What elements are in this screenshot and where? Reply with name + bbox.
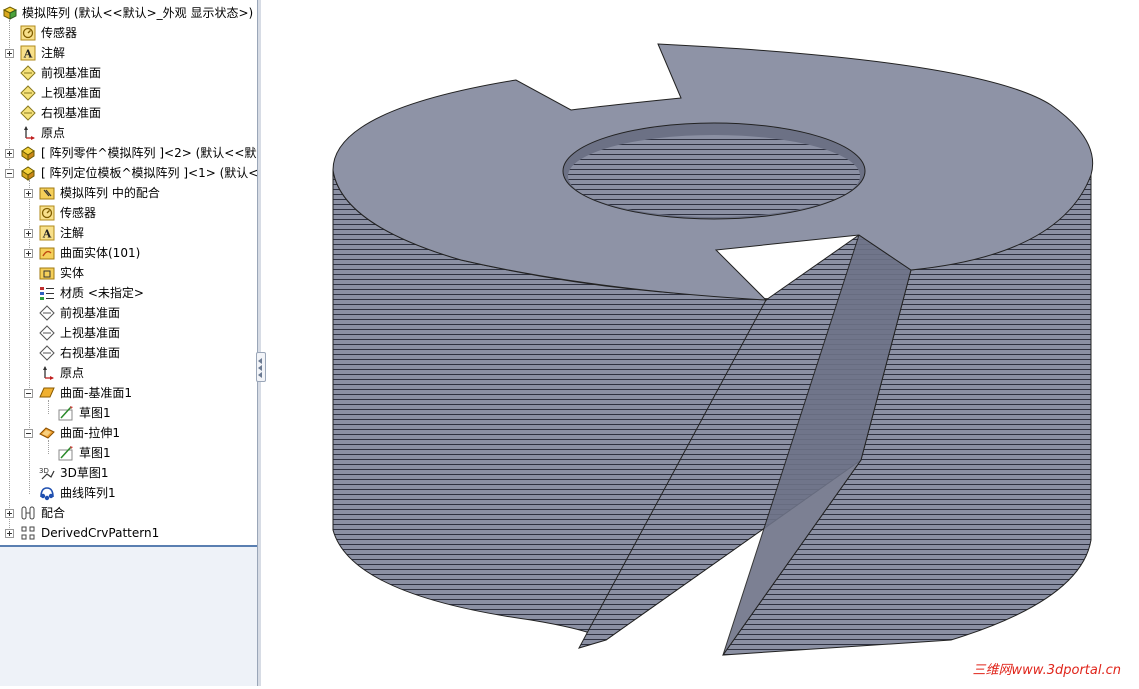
annotation-icon: A xyxy=(39,225,55,241)
tree-item-annotations[interactable]: A 注解 xyxy=(0,43,257,63)
material-icon xyxy=(40,287,54,300)
tree-item-curve-pattern[interactable]: 曲线阵列1 xyxy=(0,483,257,503)
tree-item-label: 原点 xyxy=(41,126,66,140)
planar-surface-icon xyxy=(39,387,55,398)
plane-icon xyxy=(20,65,36,81)
tree-item-pattern-part[interactable]: [ 阵列零件^模拟阵列 ]<2> (默认<<默认 xyxy=(0,143,257,163)
expand-toggle[interactable] xyxy=(5,49,14,58)
feature-manager-tree: 模拟阵列 (默认<<默认>_外观 显示状态>) 传感器 A 注解 前视基准面 上… xyxy=(0,0,257,686)
tree-item-origin-2[interactable]: 原点 xyxy=(0,363,257,383)
tree-item-front-plane-2[interactable]: 前视基准面 xyxy=(0,303,257,323)
tree-item-front-plane[interactable]: 前视基准面 xyxy=(0,63,257,83)
tree-root-label: 模拟阵列 (默认<<默认>_外观 显示状态>) xyxy=(22,6,254,20)
expand-toggle[interactable] xyxy=(5,149,14,158)
tree-item-label: 3D草图1 xyxy=(60,466,109,480)
tree-item-label: 曲面-基准面1 xyxy=(60,386,132,400)
tree-item-right-plane-2[interactable]: 右视基准面 xyxy=(0,343,257,363)
tree-item-label: 注解 xyxy=(60,226,85,240)
tree-item-extruded-surface[interactable]: 曲面-拉伸1 xyxy=(0,423,257,443)
tree-item-label: 实体 xyxy=(60,266,85,280)
sensor-icon xyxy=(20,25,36,41)
tree-item-3d-sketch[interactable]: 3D 3D草图1 xyxy=(0,463,257,483)
tree-item-right-plane[interactable]: 右视基准面 xyxy=(0,103,257,123)
tree-item-label: 上视基准面 xyxy=(60,326,121,340)
tree-item-label: 原点 xyxy=(60,366,85,380)
graphics-viewport[interactable] xyxy=(261,0,1139,686)
tree-item-label: 模拟阵列 中的配合 xyxy=(60,186,160,200)
tree-item-label: [ 阵列零件^模拟阵列 ]<2> (默认<<默认 xyxy=(41,146,257,160)
tree-item-label: 曲面-拉伸1 xyxy=(60,426,120,440)
expand-toggle[interactable] xyxy=(24,249,33,258)
plane-icon xyxy=(39,345,55,361)
collapse-toggle[interactable] xyxy=(24,389,33,398)
tree-item-sketch1[interactable]: 草图1 xyxy=(0,403,257,423)
tree-item-annotations-2[interactable]: A 注解 xyxy=(0,223,257,243)
3d-sketch-icon: 3D xyxy=(39,467,55,480)
svg-text:A: A xyxy=(23,48,33,61)
origin-icon xyxy=(43,366,54,380)
tree-item-label: DerivedCrvPattern1 xyxy=(41,526,160,540)
tree-item-top-plane[interactable]: 上视基准面 xyxy=(0,83,257,103)
tree-item-label: 配合 xyxy=(41,506,66,520)
tree-item-label: 注解 xyxy=(41,46,66,60)
feature-tree-area: 模拟阵列 (默认<<默认>_外观 显示状态>) 传感器 A 注解 前视基准面 上… xyxy=(0,0,257,545)
plane-icon xyxy=(20,105,36,121)
solid-bodies-icon xyxy=(39,267,55,280)
plane-icon xyxy=(39,305,55,321)
expand-toggle[interactable] xyxy=(24,189,33,198)
tree-item-solid-bodies[interactable]: 实体 xyxy=(0,263,257,283)
tree-item-material[interactable]: 材质 <未指定> xyxy=(0,283,257,303)
sketch-icon xyxy=(58,406,73,421)
collapse-toggle[interactable] xyxy=(24,429,33,438)
tree-item-derived-pattern[interactable]: DerivedCrvPattern1 xyxy=(0,523,257,543)
origin-icon xyxy=(24,126,35,140)
expand-toggle[interactable] xyxy=(5,529,14,538)
tree-item-label: 前视基准面 xyxy=(41,66,102,80)
tree-item-mates[interactable]: 配合 xyxy=(0,503,257,523)
collapse-toggle[interactable] xyxy=(5,169,14,178)
tree-item-label: 草图1 xyxy=(79,446,111,460)
watermark-text: 三维网www.3dportal.cn xyxy=(972,663,1121,678)
tree-item-label: 右视基准面 xyxy=(41,106,102,120)
tree-item-sensors[interactable]: 传感器 xyxy=(0,23,257,43)
derived-pattern-icon xyxy=(21,526,35,540)
component-icon xyxy=(21,166,35,181)
tree-item-planar-surface[interactable]: 曲面-基准面1 xyxy=(0,383,257,403)
surface-bodies-icon xyxy=(39,247,55,260)
curve-pattern-icon xyxy=(40,487,54,501)
sketch-icon xyxy=(58,446,73,461)
plane-icon xyxy=(39,325,55,341)
tree-item-label: 曲线阵列1 xyxy=(60,486,116,500)
sensor-icon xyxy=(39,205,55,221)
tree-item-label: 前视基准面 xyxy=(60,306,121,320)
tree-item-mates-in[interactable]: 模拟阵列 中的配合 xyxy=(0,183,257,203)
tree-item-origin[interactable]: 原点 xyxy=(0,123,257,143)
mates-folder-icon xyxy=(39,187,55,200)
expand-toggle[interactable] xyxy=(5,509,14,518)
svg-text:A: A xyxy=(42,228,52,241)
tree-item-sensors-2[interactable]: 传感器 xyxy=(0,203,257,223)
tree-item-top-plane-2[interactable]: 上视基准面 xyxy=(0,323,257,343)
component-icon xyxy=(21,146,35,161)
tree-item-label: 曲面实体(101) xyxy=(60,246,141,260)
extruded-surface-icon xyxy=(39,427,55,439)
annotation-icon: A xyxy=(20,45,36,61)
panel-blank-area xyxy=(0,545,257,686)
tree-item-label: 传感器 xyxy=(60,206,97,220)
plane-icon xyxy=(20,85,36,101)
tree-item-label: 上视基准面 xyxy=(41,86,102,100)
expand-toggle[interactable] xyxy=(24,229,33,238)
tree-item-label: 传感器 xyxy=(41,26,78,40)
mates-icon xyxy=(21,506,35,520)
model-3d-view xyxy=(332,43,1094,656)
tree-item-label: 草图1 xyxy=(79,406,111,420)
part-cube-icon xyxy=(2,6,18,20)
tree-item-surface-bodies[interactable]: 曲面实体(101) xyxy=(0,243,257,263)
tree-item-label: 右视基准面 xyxy=(60,346,121,360)
tree-item-label: 材质 <未指定> xyxy=(60,286,144,300)
tree-root[interactable]: 模拟阵列 (默认<<默认>_外观 显示状态>) xyxy=(0,3,257,23)
tree-item-sketch1-b[interactable]: 草图1 xyxy=(0,443,257,463)
tree-item-pattern-template[interactable]: [ 阵列定位模板^模拟阵列 ]<1> (默认<< xyxy=(0,163,257,183)
tree-item-label: [ 阵列定位模板^模拟阵列 ]<1> (默认<< xyxy=(41,166,257,180)
